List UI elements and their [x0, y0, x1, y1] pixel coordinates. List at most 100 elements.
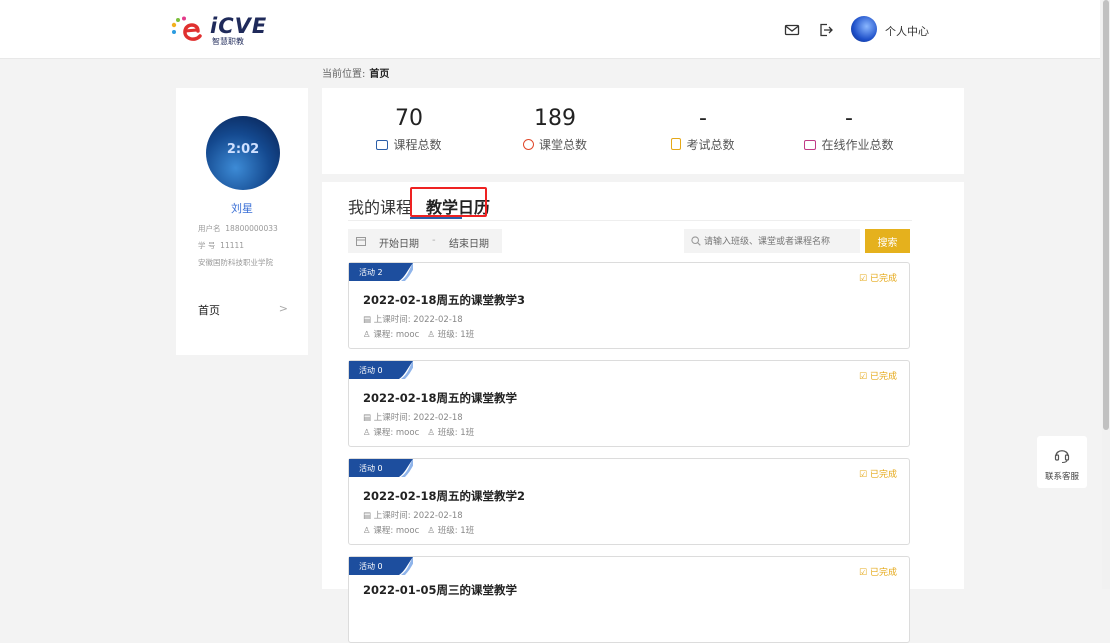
- start-date-input[interactable]: 开始日期: [379, 235, 419, 250]
- status-label: 已完成: [869, 372, 897, 382]
- stat-label: 在线作业总数: [821, 138, 894, 152]
- tabs-divider: [348, 220, 912, 221]
- breadcrumb-current: 首页: [369, 69, 390, 80]
- search-field[interactable]: [684, 229, 860, 253]
- personal-center-link[interactable]: 个人中心: [885, 23, 929, 39]
- calendar-icon: ▤: [363, 315, 372, 325]
- contact-service-label: 联系客服: [1044, 472, 1079, 482]
- mail-icon[interactable]: [784, 22, 800, 38]
- session-meta: ♙ 课程: mooc ♙ 班级: 1班: [363, 328, 474, 340]
- end-date-input[interactable]: 结束日期: [449, 235, 489, 250]
- session-class: 班级: 1班: [437, 330, 475, 340]
- profile-username: 用户名 18800000033: [198, 223, 278, 234]
- class-icon: ♙: [427, 526, 435, 536]
- student-id-label: 学 号: [198, 241, 216, 250]
- status-label: 已完成: [869, 568, 897, 578]
- course-icon: ♙: [363, 428, 371, 438]
- tab-highlight-box: [410, 187, 487, 217]
- profile-student-id: 学 号 11111: [198, 240, 244, 251]
- stat-exams[interactable]: - 考试总数: [628, 106, 778, 153]
- activity-badge-bg: [349, 361, 413, 379]
- stat-courses[interactable]: 70 课程总数: [334, 106, 484, 153]
- course-session-card[interactable]: 活动 0 ☑ 已完成 2022-01-05周三的课堂教学: [348, 556, 910, 643]
- status-label: 已完成: [869, 274, 897, 284]
- profile-card: 2:02 刘星 用户名 18800000033 学 号 11111 安徽国防科技…: [176, 88, 308, 355]
- course-session-card[interactable]: 活动 0 ☑ 已完成 2022-02-18周五的课堂教学2 ▤ 上课时间: 20…: [348, 458, 910, 545]
- logo-subtitle: 智慧职教: [212, 37, 244, 46]
- session-time: ▤ 上课时间: 2022-02-18: [363, 509, 463, 521]
- active-tab-underline: [410, 217, 462, 219]
- session-time-text: 上课时间: 2022-02-18: [373, 315, 463, 325]
- app-logo[interactable]: iCVE 智慧职教: [170, 14, 268, 46]
- exam-icon: [671, 138, 682, 150]
- class-icon: ♙: [427, 330, 435, 340]
- session-class: 班级: 1班: [437, 526, 475, 536]
- stat-value: -: [845, 106, 853, 131]
- profile-avatar: 2:02: [206, 116, 280, 190]
- logout-icon[interactable]: [818, 22, 834, 38]
- search-button[interactable]: 搜索: [865, 229, 910, 253]
- stat-label: 课堂总数: [538, 138, 587, 152]
- activity-badge-bg: [349, 263, 413, 281]
- breadcrumb: 当前位置: 首页: [322, 65, 389, 80]
- session-time: ▤ 上课时间: 2022-02-18: [363, 313, 463, 325]
- status-label: 已完成: [869, 470, 897, 480]
- chevron-right-icon: >: [278, 302, 288, 315]
- session-course: 课程: mooc: [373, 526, 420, 536]
- menu-home-label: 首页: [198, 304, 220, 317]
- course-icon: ♙: [363, 526, 371, 536]
- session-course: 课程: mooc: [373, 428, 420, 438]
- session-time-text: 上课时间: 2022-02-18: [373, 511, 463, 521]
- session-time: ▤ 上课时间: 2022-02-18: [363, 411, 463, 423]
- status-completed: ☑ 已完成: [859, 568, 897, 578]
- contact-service-button[interactable]: 联系客服: [1037, 436, 1087, 488]
- username-value: 18800000033: [225, 224, 278, 233]
- session-class: 班级: 1班: [437, 428, 475, 438]
- session-title: 2022-02-18周五的课堂教学: [363, 391, 518, 405]
- classroom-icon: [522, 139, 534, 150]
- scrollbar-thumb[interactable]: [1103, 0, 1109, 430]
- search-input[interactable]: [704, 233, 854, 249]
- user-avatar[interactable]: [851, 16, 877, 42]
- main-panel: 我的课程 教学日历 开始日期 - 结束日期 搜索 活动 2 ☑ 已完成 2022…: [322, 182, 964, 643]
- logo-text: iCVE: [210, 14, 268, 38]
- status-completed: ☑ 已完成: [859, 470, 897, 480]
- session-title: 2022-02-18周五的课堂教学2: [363, 489, 526, 503]
- session-course: 课程: mooc: [373, 330, 420, 340]
- page-scrollbar[interactable]: [1102, 0, 1110, 589]
- status-completed: ☑ 已完成: [859, 372, 897, 382]
- stat-label: 课程总数: [393, 138, 442, 152]
- profile-school: 安徽国防科技职业学院: [198, 258, 273, 267]
- profile-name: 刘星: [231, 202, 253, 215]
- username-label: 用户名: [198, 224, 221, 233]
- book-icon: [376, 140, 389, 150]
- top-header: iCVE 智慧职教 个人中心: [0, 0, 1100, 59]
- stat-homework[interactable]: - 在线作业总数: [774, 106, 924, 153]
- class-icon: ♙: [427, 428, 435, 438]
- date-range-picker[interactable]: 开始日期 - 结束日期: [348, 229, 502, 253]
- course-session-card[interactable]: 活动 0 ☑ 已完成 2022-02-18周五的课堂教学 ▤ 上课时间: 202…: [348, 360, 910, 447]
- activity-badge-bg: [349, 459, 413, 477]
- session-title: 2022-02-18周五的课堂教学3: [363, 293, 526, 307]
- course-session-card[interactable]: 活动 2 ☑ 已完成 2022-02-18周五的课堂教学3 ▤ 上课时间: 20…: [348, 262, 910, 349]
- logo-mark-icon: [171, 16, 202, 41]
- session-title: 2022-01-05周三的课堂教学: [363, 583, 518, 597]
- stat-value: -: [699, 106, 707, 131]
- date-separator: -: [432, 235, 436, 246]
- course-icon: ♙: [363, 330, 371, 340]
- stat-value: 70: [395, 106, 423, 131]
- session-meta: ♙ 课程: mooc ♙ 班级: 1班: [363, 524, 474, 536]
- session-time-text: 上课时间: 2022-02-18: [373, 413, 463, 423]
- homework-icon: [804, 140, 817, 150]
- activity-badge-bg: [349, 557, 413, 575]
- stat-value: 189: [534, 106, 576, 131]
- stat-label: 考试总数: [686, 138, 735, 152]
- menu-item-home[interactable]: 首页 >: [198, 302, 288, 318]
- headset-icon: [1054, 450, 1070, 464]
- calendar-icon: ▤: [363, 413, 372, 423]
- calendar-icon: [356, 237, 366, 246]
- stat-classrooms[interactable]: 189 课堂总数: [480, 106, 630, 153]
- student-id-value: 11111: [220, 241, 245, 250]
- tab-my-courses[interactable]: 我的课程: [348, 194, 412, 218]
- calendar-icon: ▤: [363, 511, 372, 521]
